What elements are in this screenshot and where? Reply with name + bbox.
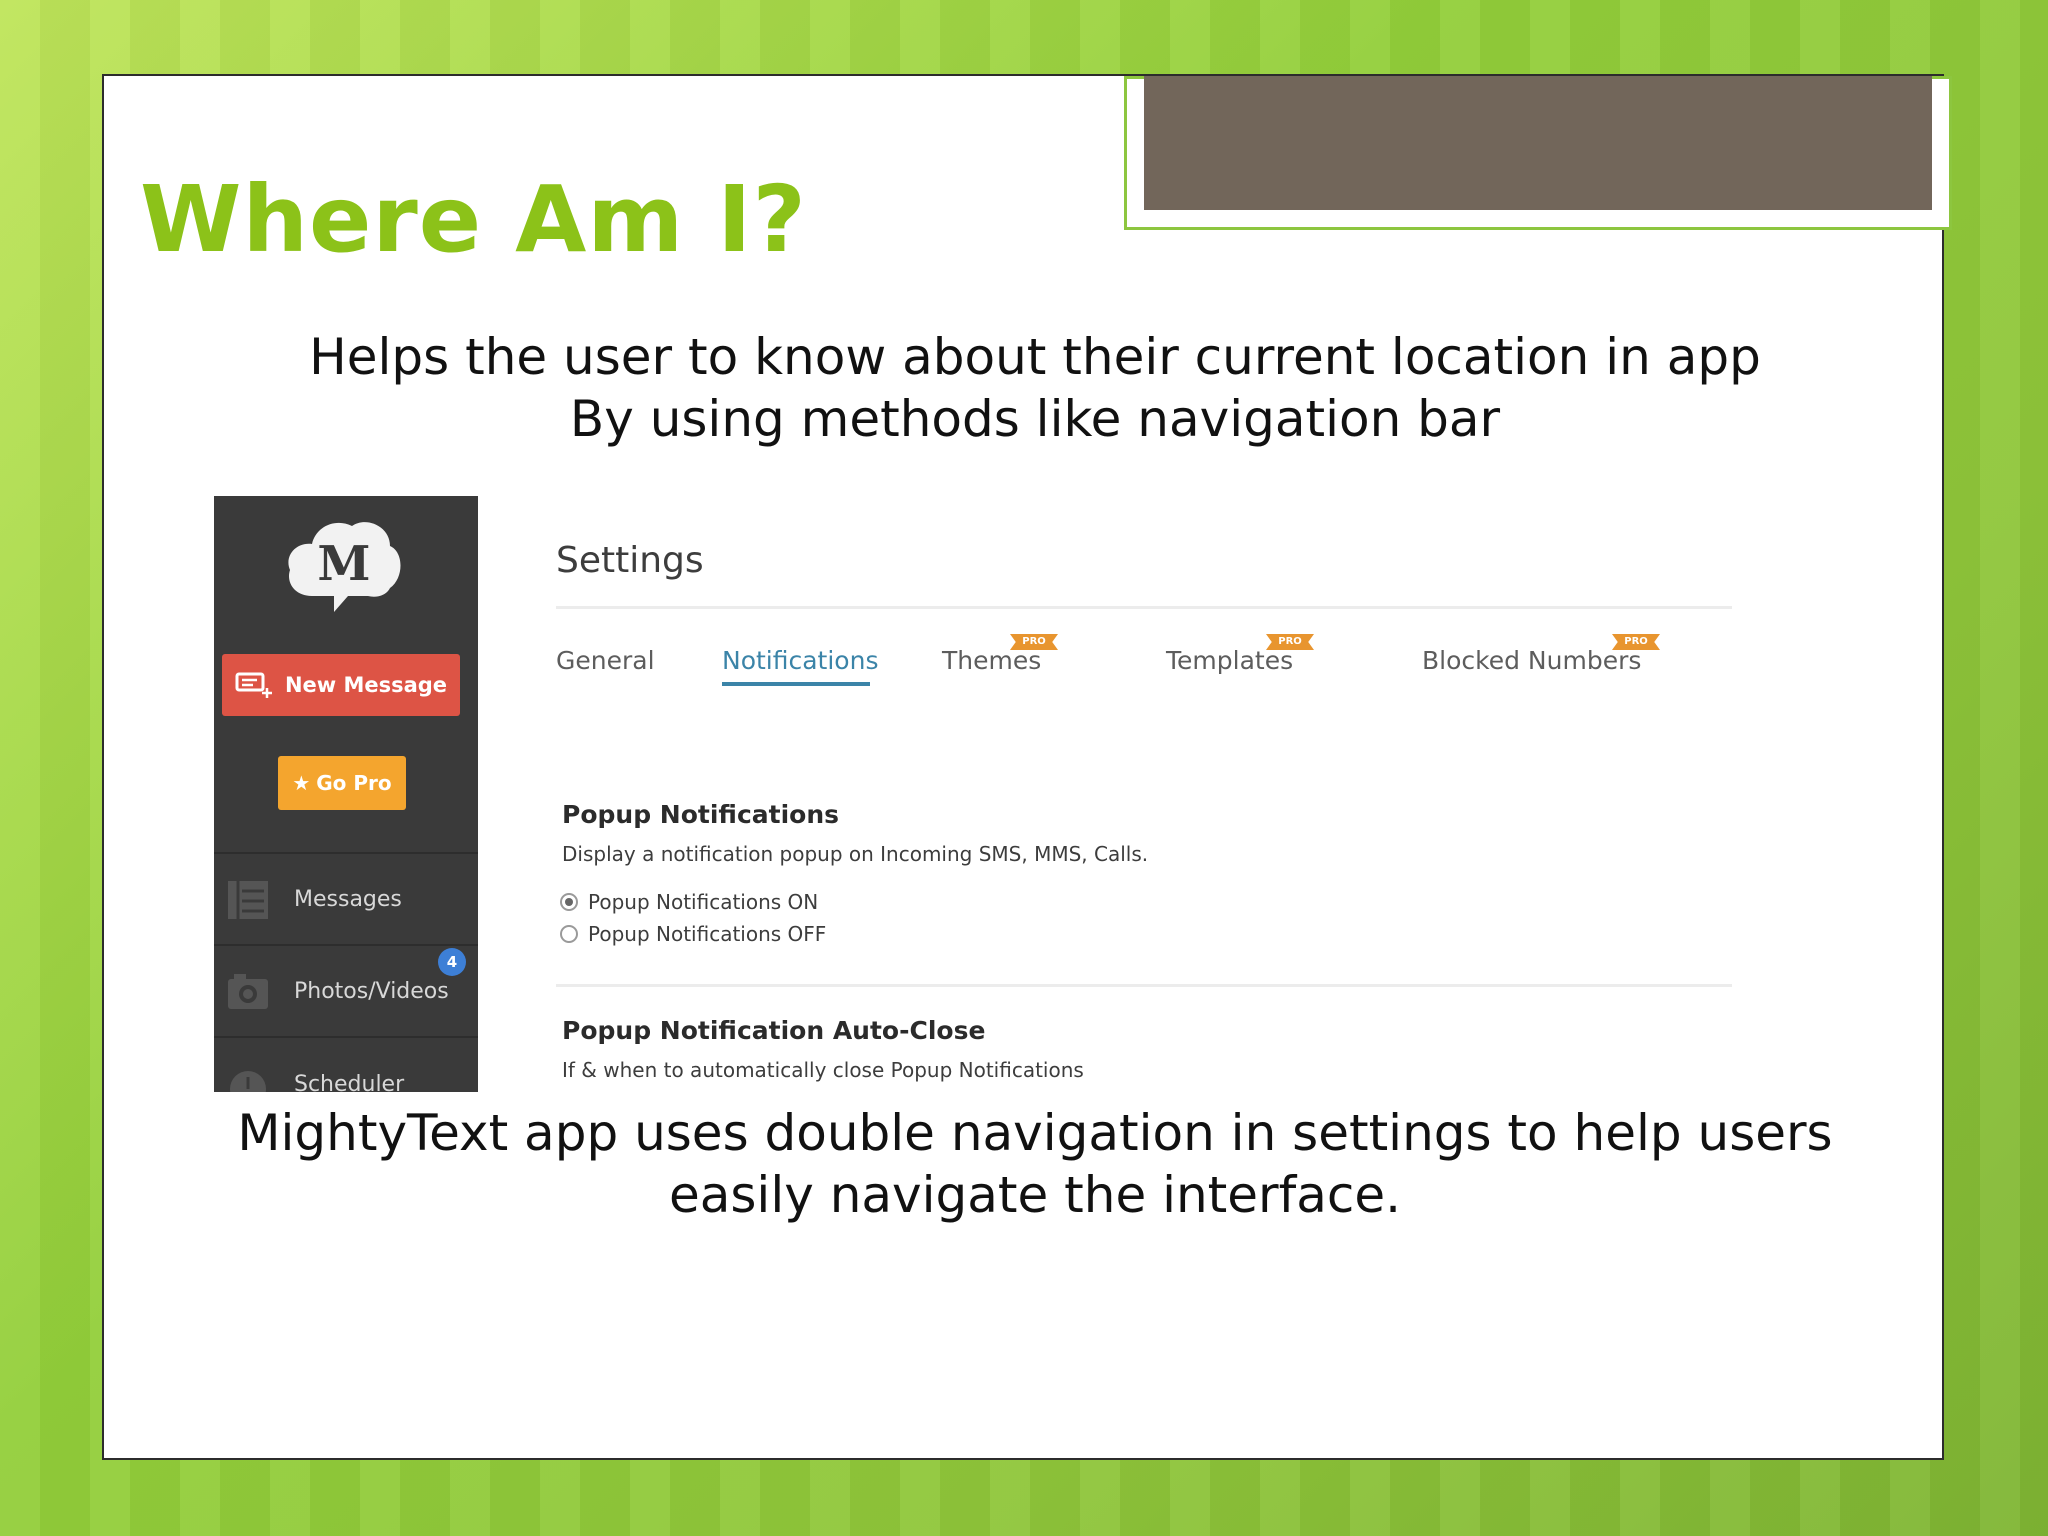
radio-selected-icon[interactable] (560, 893, 578, 911)
radio-label: Popup Notifications ON (588, 890, 819, 914)
tab-templates[interactable]: Templates (1166, 646, 1293, 675)
go-pro-label: Go Pro (316, 771, 392, 795)
radio-popup-off[interactable]: Popup Notifications OFF (560, 922, 826, 946)
sidebar-item-messages[interactable]: Messages (214, 852, 478, 944)
messages-icon (228, 881, 268, 919)
tab-themes[interactable]: Themes (942, 646, 1041, 675)
slide-caption: MightyText app uses double navigation in… (150, 1102, 1920, 1226)
auto-close-description: If & when to automatically close Popup N… (562, 1058, 1084, 1082)
photos-count-badge: 4 (438, 948, 466, 976)
tab-blocked-numbers[interactable]: Blocked Numbers (1422, 646, 1641, 675)
popup-notifications-title: Popup Notifications (562, 800, 840, 829)
section-divider (556, 984, 1732, 987)
app-screenshot: M New Message ★ Go Pro Messages Photos/V… (214, 496, 1734, 1092)
auto-close-title: Popup Notification Auto-Close (562, 1016, 986, 1045)
new-message-button[interactable]: New Message (222, 654, 460, 716)
radio-unselected-icon[interactable] (560, 925, 578, 943)
clock-icon (230, 1071, 266, 1092)
header-box (1144, 76, 1932, 210)
radio-popup-on[interactable]: Popup Notifications ON (560, 890, 818, 914)
sidebar-item-label: Messages (294, 886, 402, 912)
compose-icon (235, 672, 272, 698)
new-message-label: New Message (284, 673, 448, 697)
sidebar-item-label: Scheduler (294, 1072, 405, 1092)
camera-icon (228, 974, 268, 1009)
settings-divider (556, 606, 1732, 609)
sidebar-item-scheduler[interactable]: Scheduler (214, 1036, 478, 1092)
app-sidebar: M New Message ★ Go Pro Messages Photos/V… (214, 496, 478, 1092)
tab-general[interactable]: General (556, 646, 655, 675)
caption-line-2: easily navigate the interface. (668, 1166, 1401, 1224)
intro-line-1: Helps the user to know about their curre… (309, 328, 1761, 386)
intro-text: Helps the user to know about their curre… (180, 326, 1890, 450)
logo-letter: M (317, 536, 370, 592)
tab-notifications[interactable]: Notifications (722, 646, 878, 675)
caption-line-1: MightyText app uses double navigation in… (237, 1104, 1833, 1162)
slide-title: Where Am I? (140, 166, 807, 273)
sidebar-item-label: Photos/Videos (294, 978, 449, 1004)
star-icon: ★ (292, 771, 311, 795)
mightytext-logo-icon: M (288, 522, 401, 612)
radio-label: Popup Notifications OFF (588, 922, 827, 946)
active-tab-indicator (722, 682, 870, 686)
go-pro-button[interactable]: ★ Go Pro (278, 756, 406, 810)
settings-heading: Settings (556, 540, 704, 581)
intro-line-2: By using methods like navigation bar (569, 390, 1501, 448)
popup-notifications-description: Display a notification popup on Incoming… (562, 842, 1149, 866)
